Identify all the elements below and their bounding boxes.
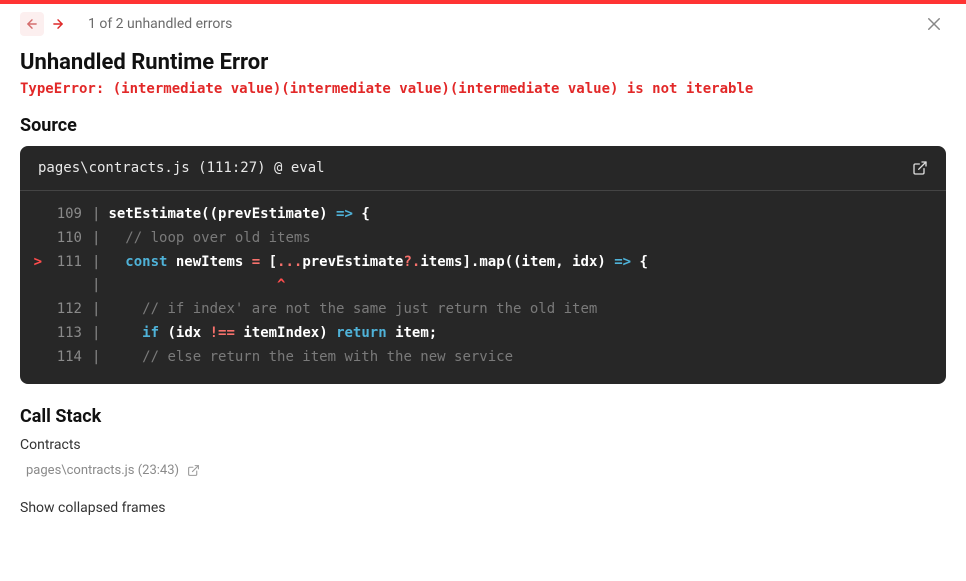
line-number: 114 (46, 346, 90, 370)
stack-frame-location: pages\contracts.js (23:43) (26, 463, 179, 478)
code-line: 112 | // if index' are not the same just… (20, 298, 946, 322)
code-line: 110 | // loop over old items (20, 227, 946, 251)
error-title: Unhandled Runtime Error (20, 50, 946, 75)
stack-open-in-editor-button[interactable] (187, 464, 200, 477)
callstack-heading: Call Stack (20, 406, 946, 427)
source-location: pages\contracts.js (111:27) @ eval (38, 160, 325, 176)
error-marker: > (20, 251, 46, 275)
code-line: 113 | if (idx !== itemIndex) return item… (20, 322, 946, 346)
arrow-left-icon (25, 17, 39, 31)
code-line-highlighted: > 111 | const newItems = [...prevEstimat… (20, 251, 946, 275)
external-link-icon (187, 464, 200, 477)
call-stack-section: Call Stack Contracts pages\contracts.js … (20, 406, 946, 478)
source-panel: pages\contracts.js (111:27) @ eval 109 |… (20, 146, 946, 384)
line-number: 109 (46, 203, 90, 227)
error-message: TypeError: (intermediate value)(intermed… (20, 81, 946, 97)
open-in-editor-button[interactable] (912, 160, 928, 176)
next-error-button[interactable] (46, 12, 70, 36)
line-number: 110 (46, 227, 90, 251)
line-number: 111 (46, 251, 90, 275)
line-number: 113 (46, 322, 90, 346)
code-line: 114 | // else return the item with the n… (20, 346, 946, 370)
source-heading: Source (20, 115, 946, 136)
error-counter: 1 of 2 unhandled errors (88, 16, 232, 32)
show-collapsed-frames-button[interactable]: Show collapsed frames (20, 500, 946, 516)
caret-pointer: ^ (108, 274, 285, 298)
error-overlay: 1 of 2 unhandled errors Unhandled Runtim… (0, 0, 966, 581)
code-block: 109 | setEstimate((prevEstimate) => { 11… (20, 191, 946, 384)
close-icon (925, 15, 943, 33)
overlay-content: Unhandled Runtime Error TypeError: (inte… (0, 50, 966, 516)
arrow-right-icon (51, 17, 65, 31)
overlay-topbar: 1 of 2 unhandled errors (0, 4, 966, 46)
external-link-icon (912, 160, 928, 176)
source-header: pages\contracts.js (111:27) @ eval (20, 146, 946, 191)
close-button[interactable] (922, 12, 946, 36)
prev-error-button[interactable] (20, 12, 44, 36)
stack-frame-name: Contracts (20, 437, 946, 453)
caret-line: | ^ (20, 274, 946, 298)
stack-frame-location-row: pages\contracts.js (23:43) (20, 463, 946, 478)
line-number: 112 (46, 298, 90, 322)
code-line: 109 | setEstimate((prevEstimate) => { (20, 203, 946, 227)
